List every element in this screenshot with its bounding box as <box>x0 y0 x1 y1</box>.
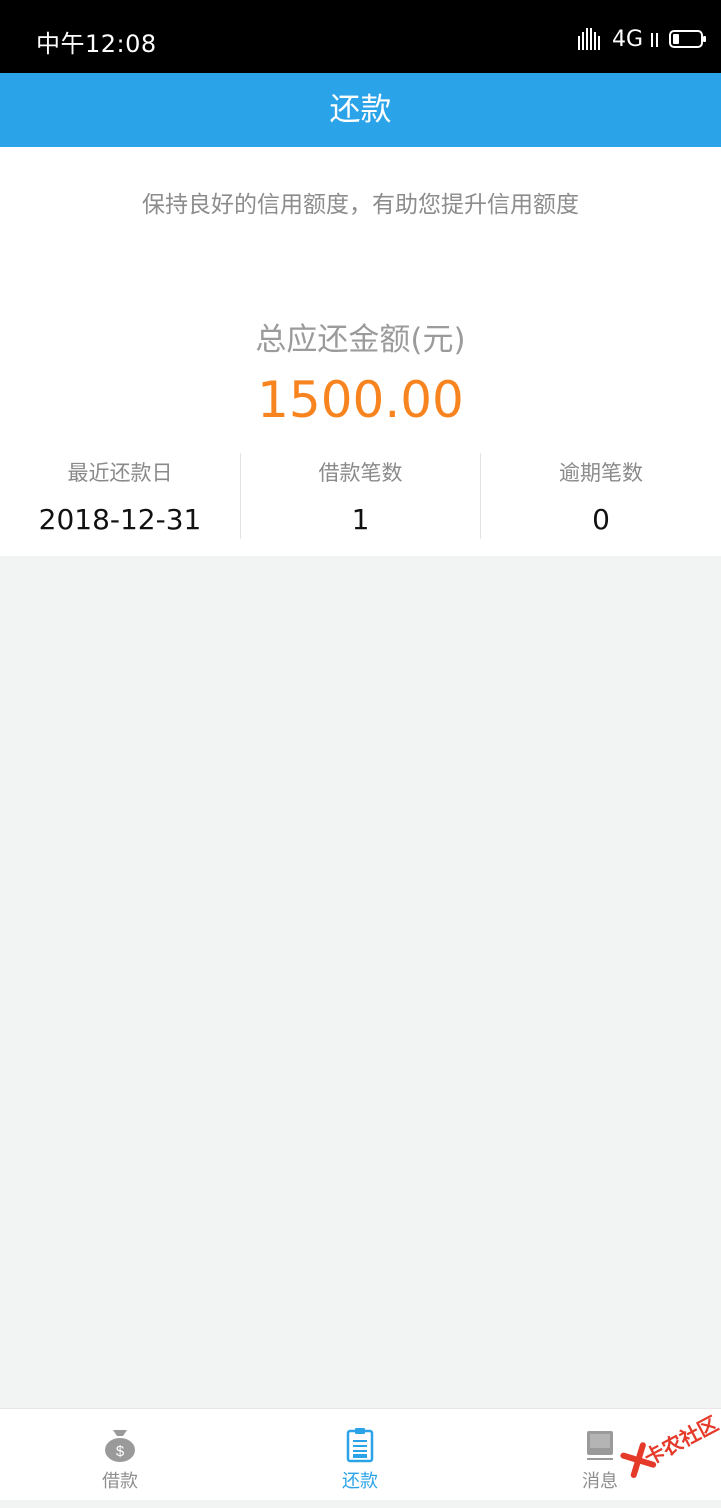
stat-overdue-count: 逾期笔数 0 <box>481 453 721 539</box>
stat-value: 1 <box>351 503 370 536</box>
bottom-tab-bar: $ 借款 还款 消息 <box>0 1408 721 1500</box>
status-bar: 中午12:08 4G <box>0 0 721 73</box>
nav-bar: 还款 <box>0 73 721 147</box>
tab-repay[interactable]: 还款 <box>240 1409 480 1500</box>
stat-value: 0 <box>592 503 610 536</box>
status-time: 中午12:08 <box>36 30 157 58</box>
tab-label: 借款 <box>102 1471 138 1492</box>
repayment-summary-card: 保持良好的信用额度，有助您提升信用额度 总应还金额(元) 1500.00 最近还… <box>0 147 721 556</box>
watermark-text: 卡农社区 <box>640 1411 721 1471</box>
page-title: 还款 <box>329 92 392 128</box>
signal-icon <box>577 28 604 50</box>
stat-label: 最近还款日 <box>67 461 173 485</box>
clipboard-icon <box>346 1428 374 1463</box>
stat-loan-count: 借款笔数 1 <box>240 453 481 539</box>
total-due-amount: 1500.00 <box>257 371 464 429</box>
stats-row: 最近还款日 2018-12-31 借款笔数 1 逾期笔数 0 <box>0 453 721 539</box>
stat-label: 逾期笔数 <box>559 461 643 485</box>
tab-loan[interactable]: $ 借款 <box>0 1409 240 1500</box>
stat-label: 借款笔数 <box>318 461 403 485</box>
credit-tip: 保持良好的信用额度，有助您提升信用额度 <box>142 192 579 218</box>
total-due-label: 总应还金额(元) <box>255 322 466 358</box>
svg-text:$: $ <box>116 1443 125 1460</box>
battery-icon <box>669 30 706 48</box>
network-type: 4G <box>611 26 643 52</box>
stat-value: 2018-12-31 <box>38 503 202 536</box>
data-activity-icon <box>651 31 661 47</box>
stat-next-repay-date: 最近还款日 2018-12-31 <box>0 453 240 539</box>
money-bag-icon: $ <box>105 1430 135 1462</box>
tab-label: 还款 <box>342 1471 378 1492</box>
status-icons: 4G <box>577 24 706 54</box>
